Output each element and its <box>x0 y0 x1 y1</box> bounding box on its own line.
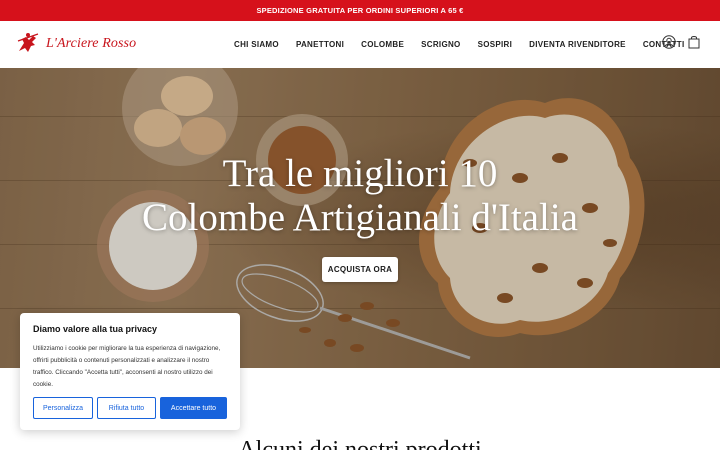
hero-title-line2: Colombe Artigianali d'Italia <box>142 196 578 239</box>
site-header: L'Arciere Rosso CHI SIAMO PANETTONI COLO… <box>0 21 720 68</box>
nav-sospiri[interactable]: SOSPIRI <box>478 40 513 49</box>
hero-title-line1: Tra le migliori 10 <box>222 152 498 195</box>
nav-scrigno[interactable]: SCRIGNO <box>421 40 460 49</box>
cookie-actions: Personalizza Rifiuta tutto Accettare tut… <box>33 397 227 419</box>
shop-now-button[interactable]: ACQUISTA ORA <box>322 257 398 282</box>
user-icon[interactable] <box>662 35 676 49</box>
cookie-text: Utilizziamo i cookie per migliorare la t… <box>33 345 221 388</box>
cookie-title: Diamo valore alla tua privacy <box>33 324 158 334</box>
hero-title: Tra le migliori 10 Colombe Artigianali d… <box>0 152 720 240</box>
products-section-title: Alcuni dei nostri prodotti <box>238 437 482 450</box>
brand-name: L'Arciere Rosso <box>46 36 137 51</box>
brand-logo[interactable]: L'Arciere Rosso <box>16 31 136 57</box>
cookie-banner: Diamo valore alla tua privacy Utilizziam… <box>20 313 240 430</box>
shopping-bag-icon[interactable] <box>688 35 700 49</box>
accept-all-button[interactable]: Accettare tutto <box>160 397 227 419</box>
nav-chi-siamo[interactable]: CHI SIAMO <box>234 40 279 49</box>
promo-text: SPEDIZIONE GRATUITA PER ORDINI SUPERIORI… <box>256 6 464 15</box>
nav-colombe[interactable]: COLOMBE <box>361 40 404 49</box>
reject-all-button[interactable]: Rifiuta tutto <box>97 397 156 419</box>
nav-diventa-rivenditore[interactable]: DIVENTA RIVENDITORE <box>529 40 626 49</box>
customize-button[interactable]: Personalizza <box>33 397 93 419</box>
header-icons <box>662 35 700 49</box>
nav-panettoni[interactable]: PANETTONI <box>296 40 344 49</box>
archer-icon <box>17 33 39 52</box>
promo-bar: SPEDIZIONE GRATUITA PER ORDINI SUPERIORI… <box>0 0 720 21</box>
main-nav: CHI SIAMO PANETTONI COLOMBE SCRIGNO SOSP… <box>234 21 701 68</box>
